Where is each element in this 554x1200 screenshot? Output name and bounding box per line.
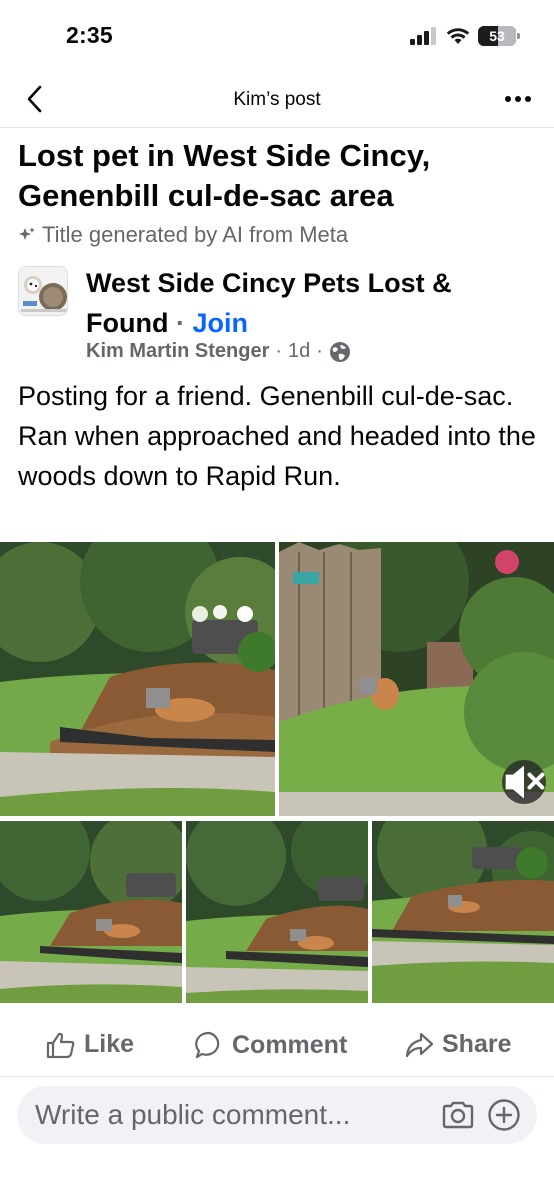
sparkle-icon	[19, 227, 35, 240]
group-name[interactable]: West Side Cincy Pets Lost & Found	[86, 268, 452, 338]
comment-label: Comment	[232, 1030, 348, 1059]
group-avatar-image	[19, 267, 67, 315]
divider	[0, 1076, 554, 1077]
share-label: Share	[442, 1030, 512, 1058]
status-time: 2:35	[66, 22, 113, 48]
post-photo-1[interactable]	[0, 542, 275, 816]
photo-4-image	[186, 821, 368, 1003]
comment-bubble-icon	[195, 1031, 220, 1059]
post-time[interactable]: 1d	[288, 340, 310, 363]
post-body: Posting for a friend. Genenbill cul-de-s…	[18, 381, 536, 491]
like-button[interactable]: Like	[46, 1030, 134, 1059]
comment-composer	[17, 1086, 537, 1144]
post-actions: Like Comment Share	[0, 1018, 554, 1074]
status-icons: 53	[410, 26, 520, 46]
group-name-line: West Side Cincy Pets Lost & Found · Join	[86, 263, 526, 343]
globe-icon	[329, 341, 350, 362]
ai-title-note: Title generated by AI from Meta	[18, 222, 348, 248]
separator-dot: ·	[275, 340, 283, 362]
more-dots-icon	[505, 96, 531, 102]
post-photo-2[interactable]	[279, 542, 554, 816]
join-link[interactable]: Join	[193, 308, 249, 338]
group-avatar[interactable]	[18, 266, 68, 316]
plus-circle-icon	[488, 1099, 520, 1131]
separator-dot: ·	[316, 340, 323, 362]
more-options-button[interactable]	[500, 84, 536, 114]
comment-input[interactable]	[35, 1098, 425, 1132]
camera-icon	[442, 1101, 474, 1129]
comment-button[interactable]: Comment	[194, 1030, 347, 1060]
photo-3-image	[0, 821, 182, 1003]
share-button[interactable]: Share	[404, 1030, 511, 1059]
author-name[interactable]: Kim Martin Stenger	[86, 340, 269, 363]
share-arrow-icon	[405, 1032, 434, 1057]
cellular-signal-icon	[410, 27, 436, 45]
ai-note-text: Title generated by AI from Meta	[42, 222, 349, 247]
post-photo-3[interactable]	[0, 821, 182, 1003]
nav-title: Kim’s post	[233, 89, 321, 110]
photo-1-image	[0, 542, 275, 816]
post-meta: Kim Martin Stenger · 1d ·	[86, 340, 351, 363]
like-label: Like	[84, 1030, 135, 1058]
status-bar: 2:35 53	[0, 0, 554, 70]
camera-button[interactable]	[441, 1099, 475, 1131]
add-attachment-button[interactable]	[487, 1098, 521, 1132]
thumbs-up-icon	[46, 1032, 75, 1058]
post-photo-4[interactable]	[186, 821, 368, 1003]
mute-toggle-button[interactable]	[502, 760, 546, 804]
post-photo-5[interactable]	[372, 821, 554, 1003]
battery-indicator: 53	[478, 26, 520, 46]
battery-level: 53	[489, 28, 505, 44]
separator-dot: ·	[175, 308, 185, 338]
wifi-icon	[446, 28, 470, 44]
speaker-muted-icon	[505, 765, 545, 799]
nav-bar: Kim’s post	[0, 70, 554, 128]
post-title: Lost pet in West Side Cincy, Genenbill c…	[18, 138, 431, 213]
photo-5-image	[372, 821, 554, 1003]
